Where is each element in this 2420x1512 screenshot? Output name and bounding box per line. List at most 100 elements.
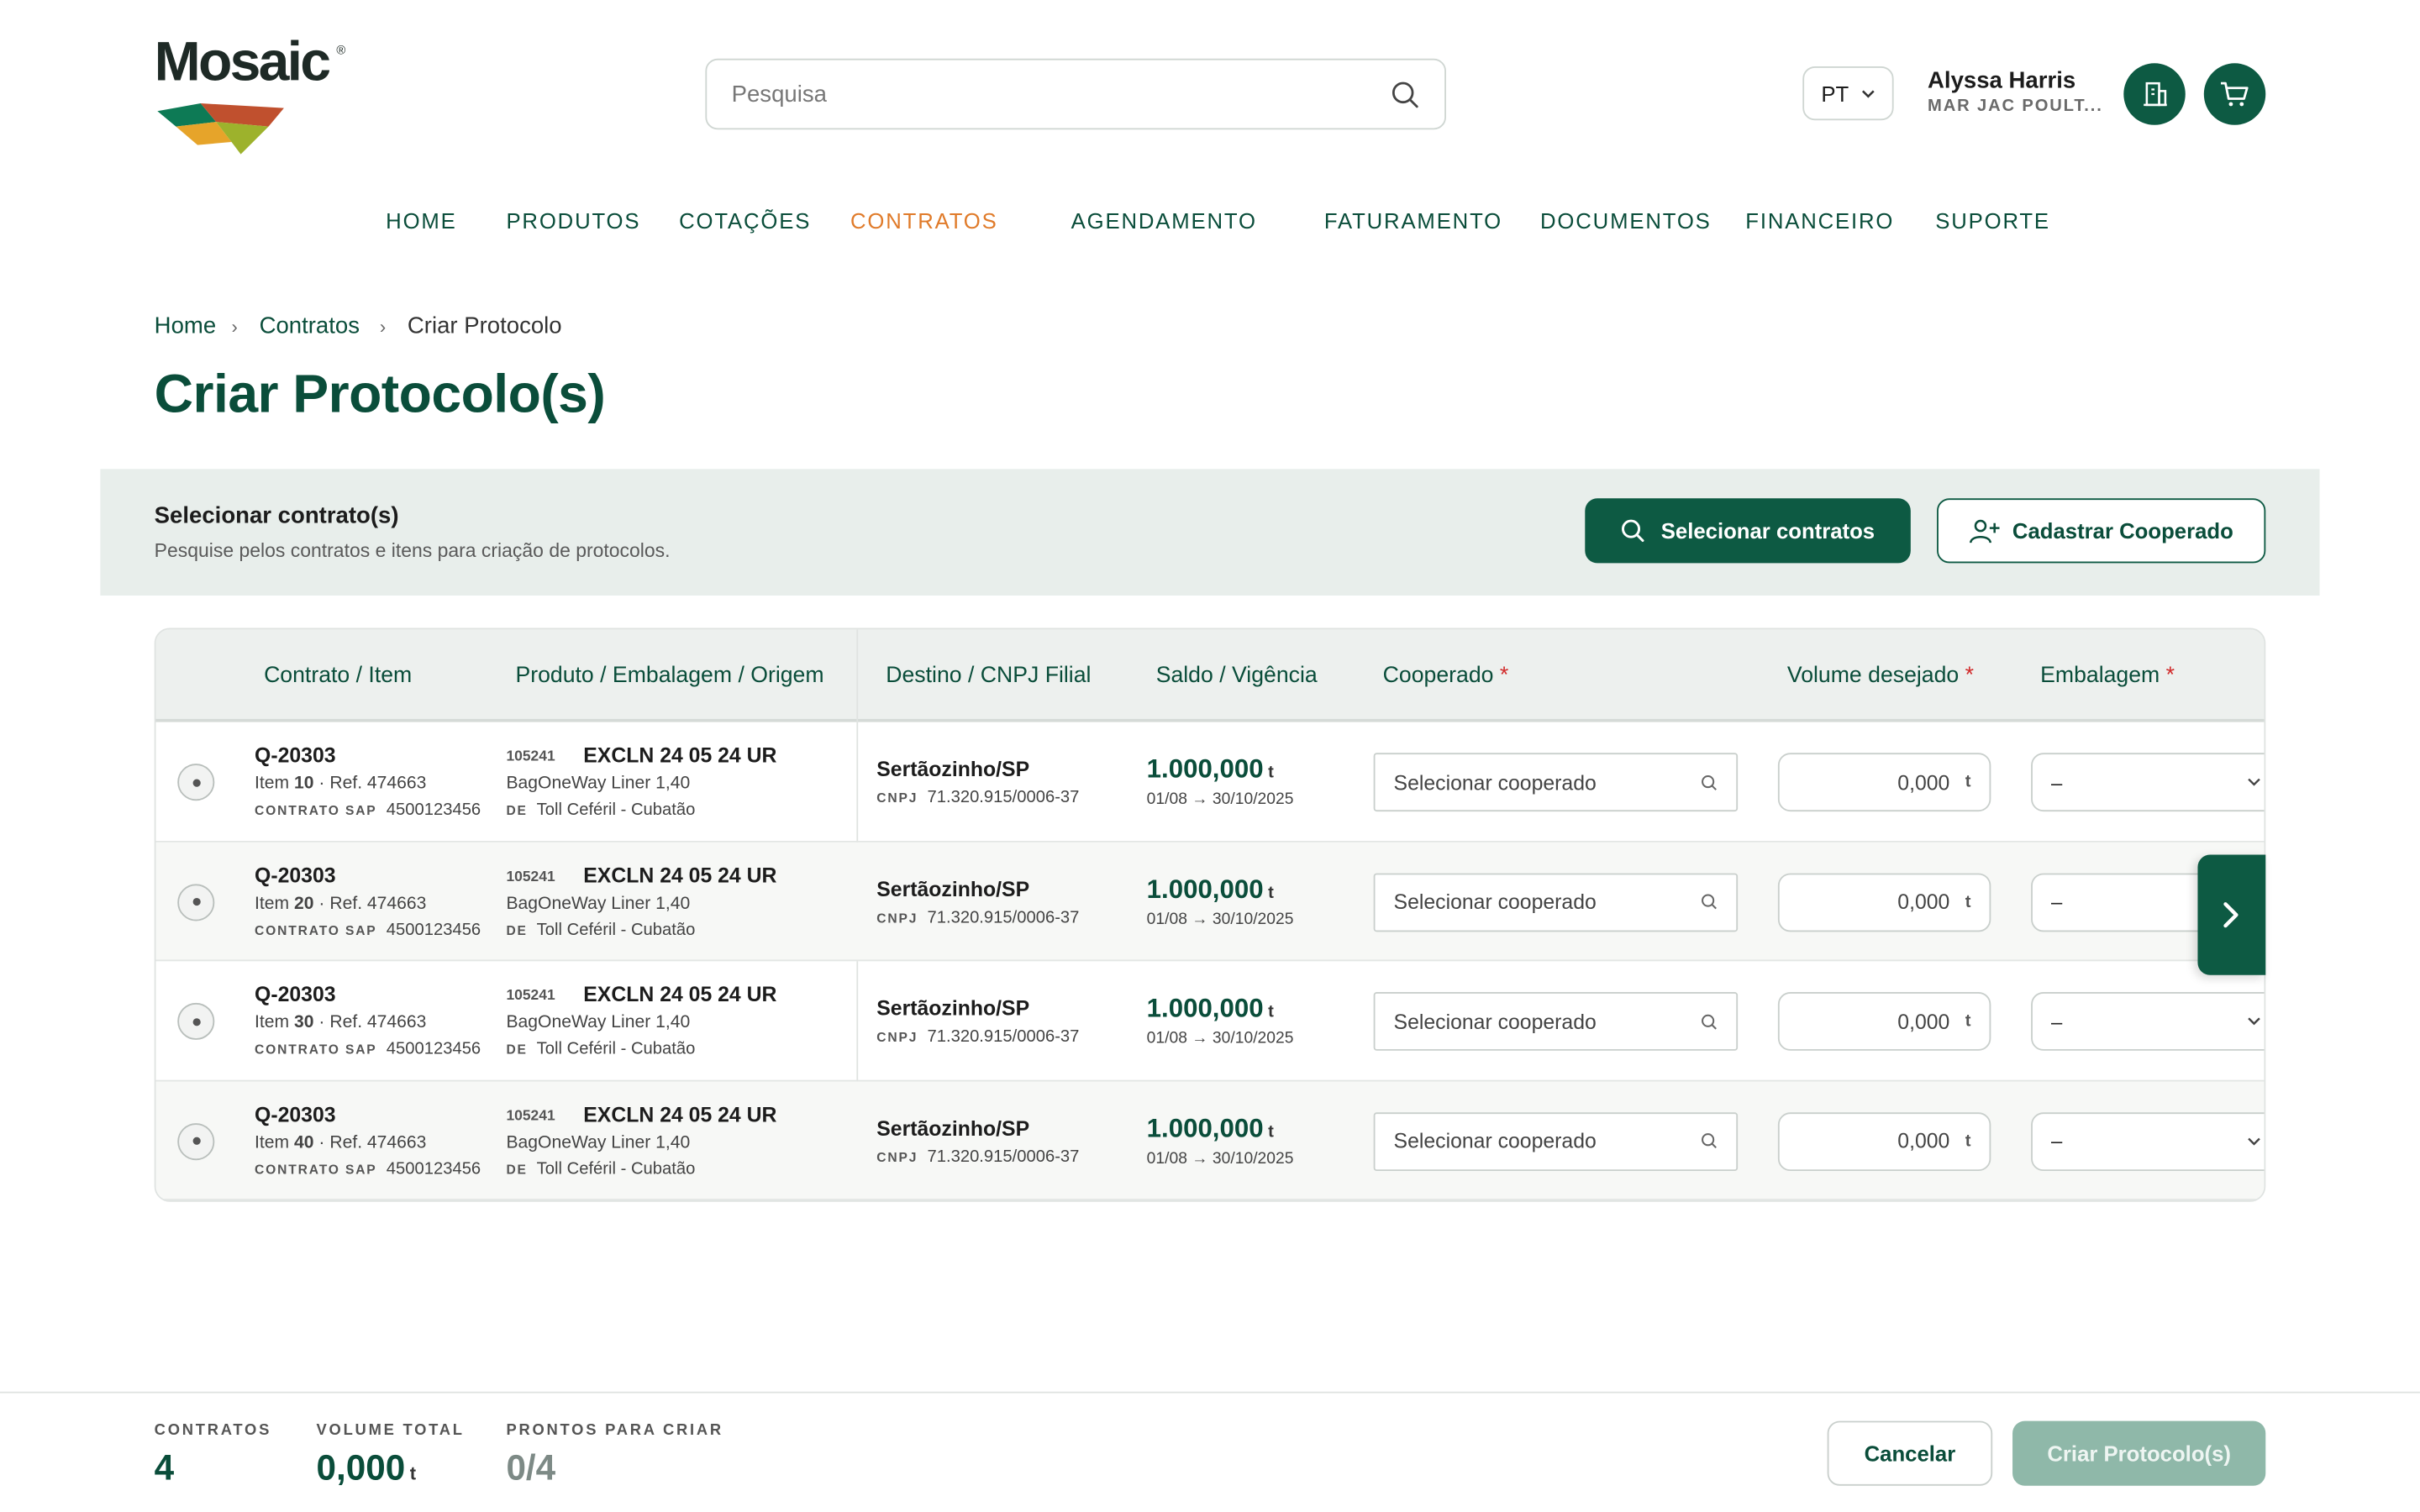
volume-value: 0,000 (1897, 1010, 1950, 1033)
product-name: EXCLN 24 05 24 UR (583, 863, 777, 887)
balance-value: 1.000,000 (1146, 874, 1264, 904)
sap-label: CONTRATO SAP (255, 802, 377, 818)
breadcrumb-separator: › (231, 316, 238, 339)
origin: DE Toll Ceféril - Cubatão (506, 1159, 695, 1178)
product-name: EXCLN 24 05 24 UR (583, 1102, 777, 1126)
embalagem-select[interactable]: – (2031, 753, 2265, 812)
cancel-button[interactable]: Cancelar (1827, 1420, 1993, 1486)
volume-value: 0,000 (1897, 890, 1950, 914)
cnpj-label: CNPJ (876, 790, 918, 806)
register-cooperado-button[interactable]: Cadastrar Cooperado (1937, 498, 2266, 564)
cnpj: CNPJ 71.320.915/0006-37 (876, 908, 1079, 927)
item-number: 20 (294, 894, 314, 913)
create-protocols-button[interactable]: Criar Protocolo(s) (2012, 1420, 2266, 1486)
sap-label: CONTRATO SAP (255, 1041, 377, 1058)
nav-cotacoes[interactable]: COTAÇÕES (679, 208, 811, 233)
nav-contratos[interactable]: CONTRATOS (850, 208, 998, 233)
search-input[interactable] (731, 81, 1349, 108)
header-contrato: Contrato / Item (264, 663, 413, 689)
origin-name: Toll Ceféril - Cubatão (536, 920, 696, 939)
row-radio[interactable] (177, 764, 215, 801)
volume-input[interactable]: 0,000 t (1777, 872, 1991, 932)
select-contracts-button[interactable]: Selecionar contratos (1585, 498, 1911, 564)
origin-label: DE (506, 921, 528, 937)
cooperado-placeholder: Selecionar cooperado (1393, 890, 1597, 914)
required-mark: * (1499, 663, 1509, 689)
validity: 01/08 → 30/10/2025 (1146, 790, 1294, 809)
language-label: PT (1821, 81, 1849, 106)
header-embalagem: Embalagem * (2040, 664, 2175, 688)
origin-label: DE (506, 1161, 528, 1177)
breadcrumb-separator: › (379, 316, 387, 339)
row-radio[interactable] (177, 883, 215, 921)
cooperado-placeholder: Selecionar cooperado (1393, 1129, 1597, 1153)
balance-unit: t (1268, 1002, 1274, 1021)
nav-agendamento[interactable]: AGENDAMENTO (1071, 208, 1257, 233)
table-row[interactable]: Q-20303 Item 40 · Ref. 474663 CONTRATO S… (155, 1080, 2265, 1200)
page-title: Criar Protocolo(s) (154, 364, 606, 425)
cooperado-select[interactable]: Selecionar cooperado (1373, 1111, 1739, 1171)
search-box[interactable] (705, 58, 1446, 130)
breadcrumb-contratos[interactable]: Contratos (260, 313, 360, 339)
user-name[interactable]: Alyssa Harris (1928, 68, 2075, 94)
company-button[interactable] (2123, 63, 2186, 125)
row-radio[interactable] (177, 1002, 215, 1040)
nav-documentos[interactable]: DOCUMENTOS (1540, 208, 1712, 233)
balance-value: 1.000,000 (1146, 754, 1264, 785)
contract-number: Q-20303 (255, 863, 336, 887)
packaging: BagOneWay Liner 1,40 (506, 1013, 691, 1032)
volume-input[interactable]: 0,000 t (1777, 753, 1991, 812)
sap-contract: CONTRATO SAP 4500123456 (255, 1040, 481, 1058)
cooperado-select[interactable]: Selecionar cooperado (1373, 991, 1739, 1051)
embalagem-select[interactable]: – (2031, 1111, 2265, 1171)
cooperado-select[interactable]: Selecionar cooperado (1373, 872, 1739, 932)
nav-financeiro[interactable]: FINANCEIRO (1745, 208, 1894, 233)
language-select[interactable]: PT (1802, 66, 1894, 121)
scroll-right-button[interactable] (2197, 854, 2266, 975)
sap-label: CONTRATO SAP (255, 921, 377, 937)
chevron-down-icon (2248, 1137, 2260, 1145)
packaging: BagOneWay Liner 1,40 (506, 1133, 691, 1152)
nav-home[interactable]: HOME (386, 208, 456, 233)
user-company: MAR JAC POULT... (1928, 97, 2103, 116)
header-produto: Produto / Embalagem / Origem (515, 663, 824, 689)
balance-unit: t (1268, 883, 1274, 902)
contract-number: Q-20303 (255, 743, 336, 767)
cooperado-select[interactable]: Selecionar cooperado (1373, 753, 1739, 812)
table-row[interactable]: Q-20303 Item 20 · Ref. 474663 CONTRATO S… (155, 841, 2265, 962)
mosaic-logo-icon (157, 103, 284, 155)
breadcrumb-home[interactable]: Home (155, 313, 216, 339)
origin-name: Toll Ceféril - Cubatão (536, 1159, 696, 1179)
nav-produtos[interactable]: PRODUTOS (506, 208, 640, 233)
sap-contract: CONTRATO SAP 4500123456 (255, 801, 481, 819)
nav-suporte[interactable]: SUPORTE (1935, 208, 2050, 233)
volume-input[interactable]: 0,000 t (1777, 991, 1991, 1051)
cnpj-label: CNPJ (876, 1029, 918, 1045)
row-radio[interactable] (177, 1122, 215, 1160)
contracts-count-value: 4 (154, 1446, 175, 1488)
table-row[interactable]: Q-20303 Item 30 · Ref. 474663 CONTRATO S… (155, 961, 2265, 1081)
search-icon[interactable] (1391, 80, 1420, 109)
balance-unit: t (1268, 764, 1274, 783)
nav-faturamento[interactable]: FATURAMENTO (1324, 208, 1502, 233)
search-icon (1622, 519, 1644, 543)
table-row[interactable]: Q-20303 Item 10 · Ref. 474663 CONTRATO S… (155, 722, 2265, 842)
volume-input[interactable]: 0,000 t (1777, 1111, 1991, 1171)
item-number: 30 (294, 1013, 314, 1032)
ref-number: · Ref. 474663 (318, 774, 427, 794)
product-code: 105241 (506, 748, 555, 766)
origin: DE Toll Ceféril - Cubatão (506, 921, 695, 939)
ready-count-value: 0/4 (506, 1446, 556, 1488)
select-contracts-label: Selecionar contratos (1660, 518, 1876, 543)
origin-label: DE (506, 1041, 528, 1058)
destination: Sertãozinho/SP (876, 757, 1030, 781)
chevron-down-icon (2248, 1017, 2260, 1026)
brand-logo-text[interactable]: Mosaic (155, 30, 331, 92)
sap-number: 4500123456 (386, 1159, 481, 1179)
validity: 01/08 → 30/10/2025 (1146, 1148, 1294, 1168)
embalagem-select[interactable]: – (2031, 991, 2265, 1051)
volume-value: 0,000 (1897, 770, 1950, 794)
header-saldo: Saldo / Vigência (1155, 663, 1318, 689)
header-cooperado: Cooperado * (1383, 664, 1509, 688)
cart-button[interactable] (2203, 63, 2266, 125)
